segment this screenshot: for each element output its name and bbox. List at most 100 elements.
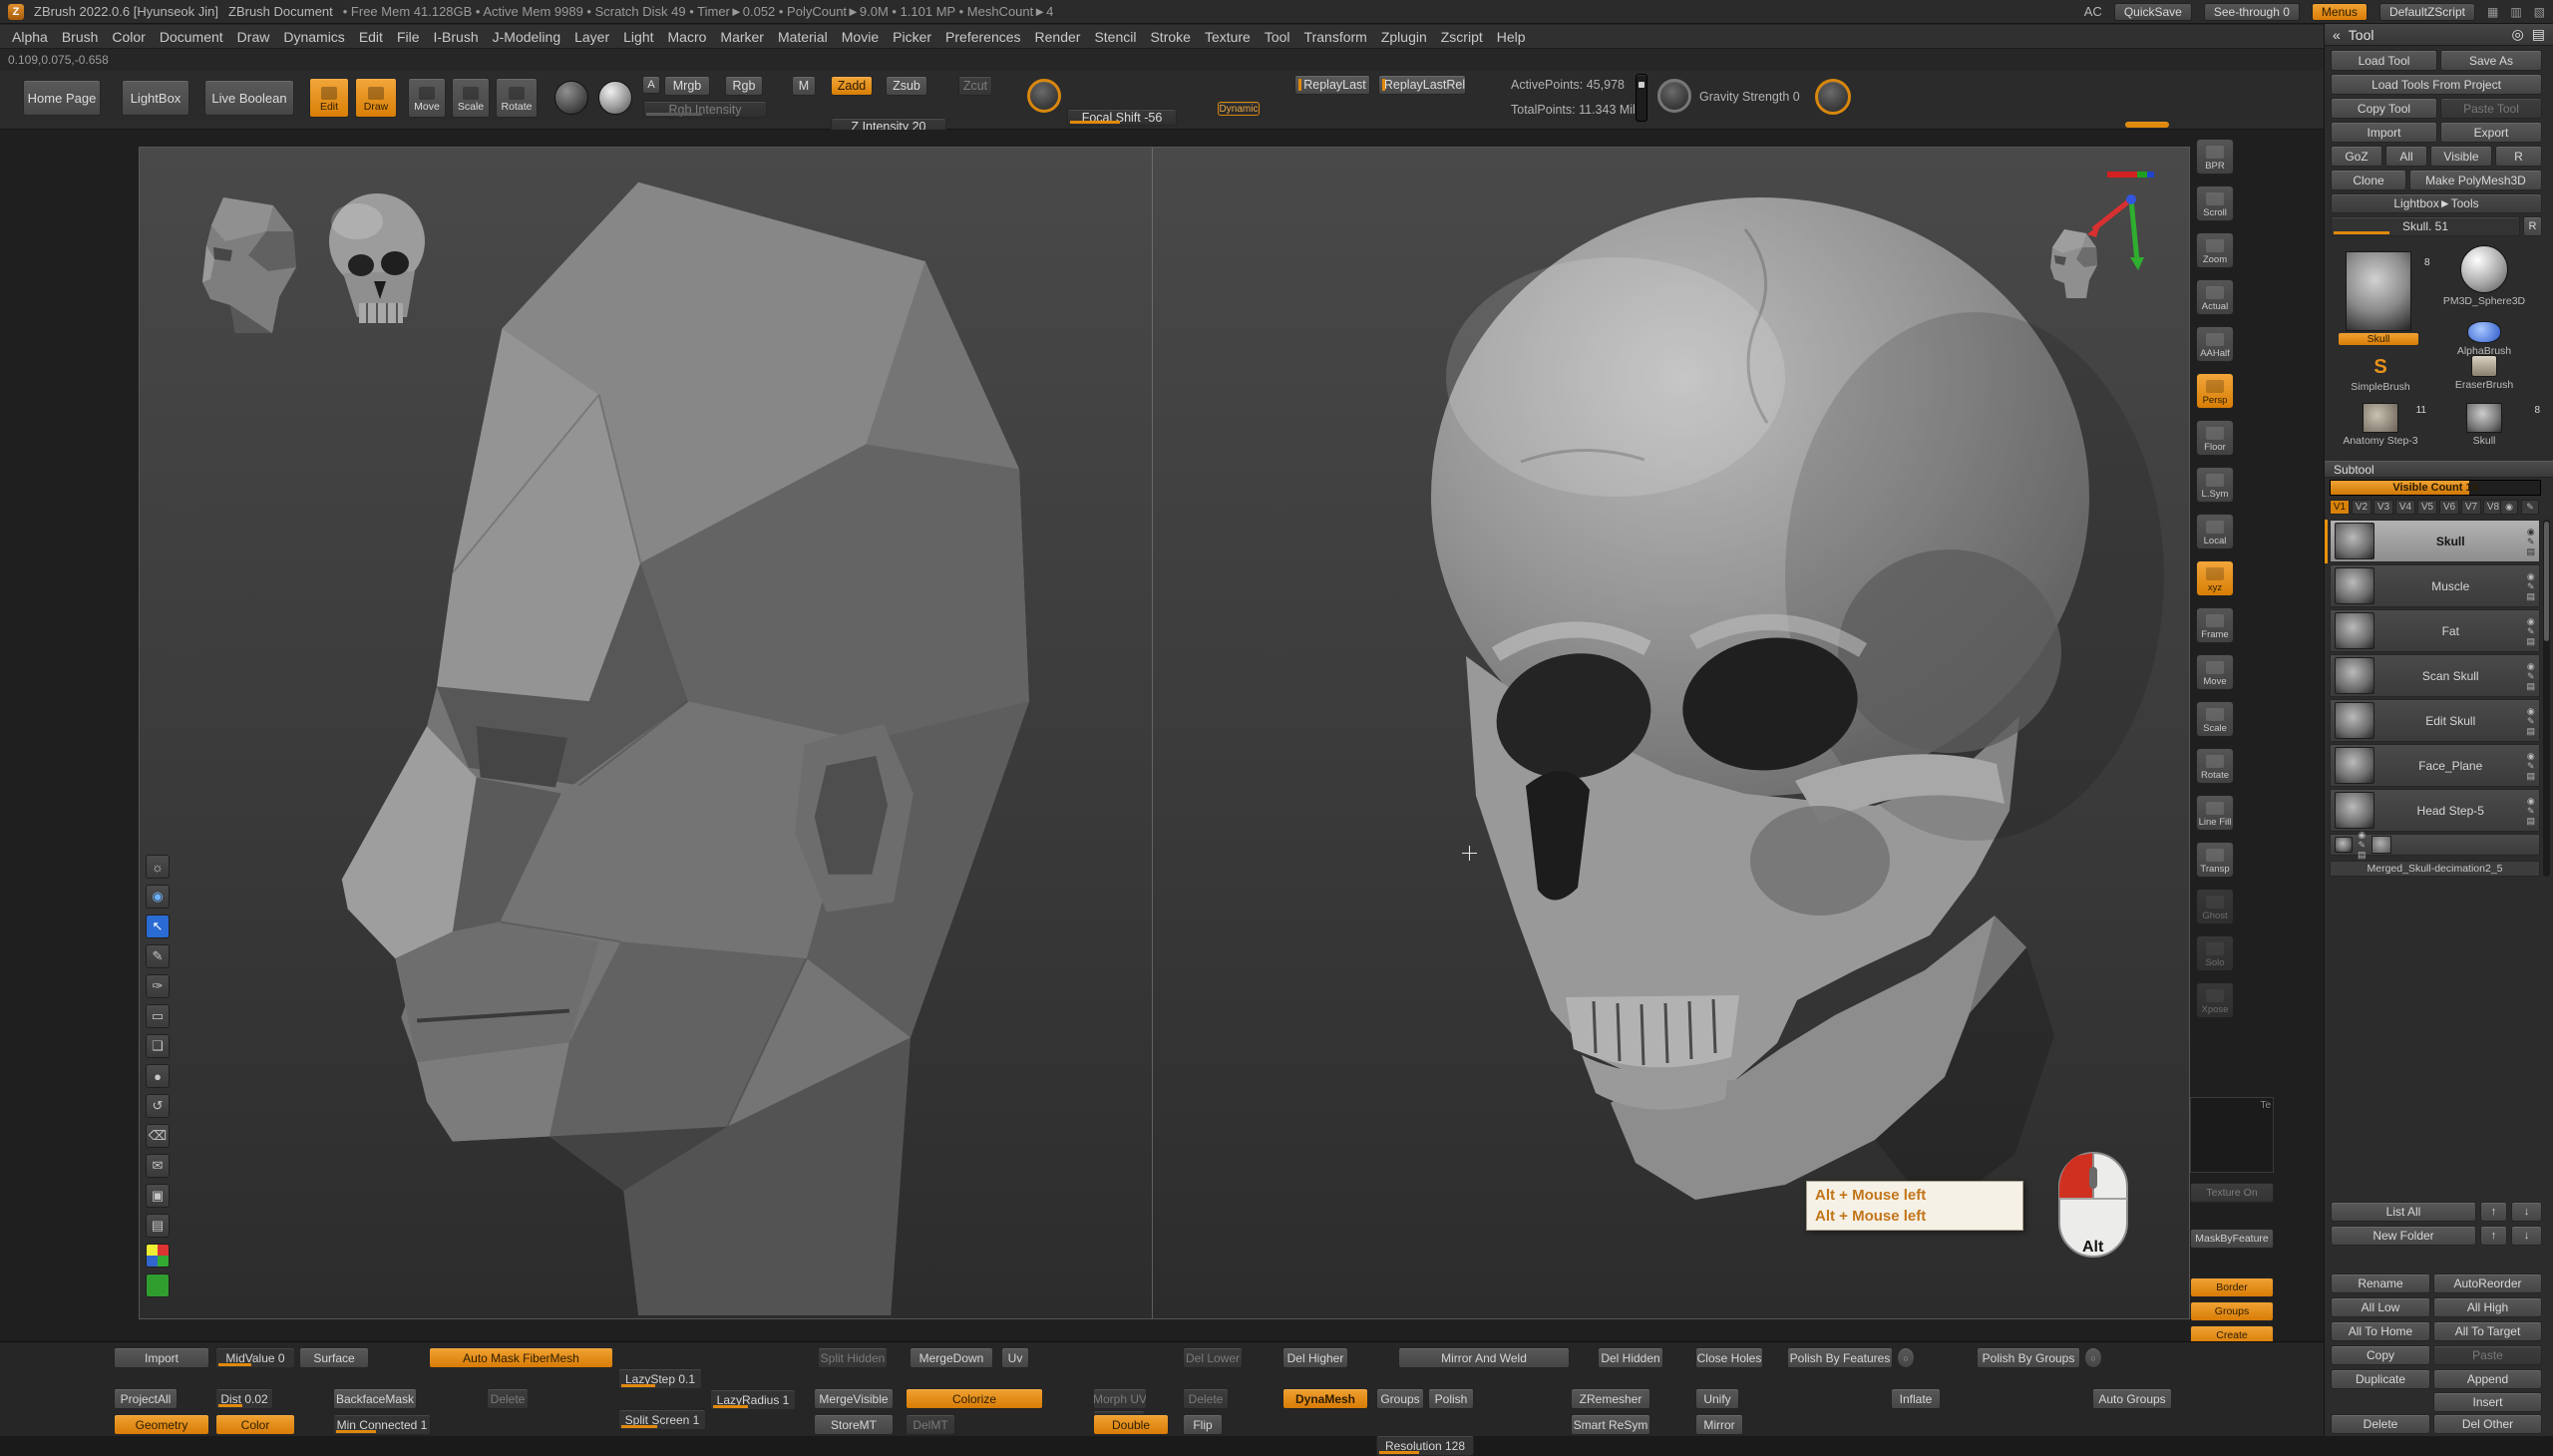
paste-button[interactable]: Paste [2433,1345,2542,1365]
tool-name-slider[interactable]: Skull. 51 [2331,216,2520,236]
subtool-row-icons[interactable]: ◉ ✎ ▤ [2526,706,2535,736]
bpr-button[interactable]: BPR [2196,139,2234,175]
tool-thumb-eraserbrush[interactable]: EraserBrush [2436,355,2532,391]
replay-last-rel-button[interactable]: ReplayLastRel [1378,75,1466,95]
list-all-button[interactable]: List All [2331,1202,2476,1222]
bb-close-holes-button[interactable]: Close Holes [1695,1347,1763,1368]
subtool-row-scan-skull[interactable]: Scan Skull ◉ ✎ ▤ [2330,654,2540,697]
goz-all-button[interactable]: All [2385,146,2427,167]
goz-button[interactable]: GoZ [2331,146,2382,167]
material-sphere-toggle[interactable] [598,81,632,115]
goz-visible-button[interactable]: Visible [2430,146,2492,167]
bb-delete-button[interactable]: Delete [487,1388,529,1409]
image-icon[interactable]: ▣ [146,1184,170,1208]
camera-angle-dial[interactable] [1815,79,1851,115]
menu-item[interactable]: Color [112,29,145,45]
menu-item[interactable]: Document [160,29,223,45]
bb-colorize-button[interactable]: Colorize [906,1388,1043,1409]
menu-item[interactable]: Picker [893,29,931,45]
menu-item[interactable]: Light [623,29,653,45]
append-button[interactable]: Append [2433,1369,2542,1389]
note-icon[interactable]: ✉ [146,1154,170,1178]
bb-smart-resym-button[interactable]: Smart ReSym [1571,1414,1650,1435]
rgb-button[interactable]: Rgb [725,76,763,96]
subtool-view-tab[interactable]: V4 [2395,500,2415,515]
load-tool-button[interactable]: Load Tool [2331,50,2437,71]
menu-item[interactable]: Help [1497,29,1526,45]
pencil-icon[interactable]: ✑ [146,974,170,998]
bb-auto-groups-button[interactable]: Auto Groups [2092,1388,2172,1409]
bb-color-button[interactable]: Color [215,1414,295,1435]
xyz-button[interactable]: xyz [2196,560,2234,596]
folder-down-button[interactable]: ↓ [2511,1226,2542,1246]
subtool-row-icons[interactable]: ◉ ✎ ▤ [2358,830,2367,860]
subtool-name[interactable]: Scan Skull [2379,669,2521,683]
border-button[interactable]: Border [2190,1277,2274,1297]
menu-item[interactable]: Marker [720,29,764,45]
tool-thumb-alphabrush[interactable]: AlphaBrush [2436,321,2532,357]
zoom-button[interactable]: Zoom [2196,232,2234,268]
folder-up-button[interactable]: ↑ [2480,1226,2507,1246]
bb-unify-button[interactable]: Unify [1695,1388,1739,1409]
menu-item[interactable]: Edit [359,29,383,45]
autoreorder-button[interactable]: AutoReorder [2433,1274,2542,1293]
copy-button[interactable]: Copy [2331,1345,2430,1365]
rgb-intensity-slider[interactable]: Rgb Intensity [643,101,767,118]
insert-button[interactable]: Insert [2433,1392,2542,1412]
subtool-scrollbar[interactable] [2543,520,2550,877]
subtool-row-icons[interactable]: ◉ ✎ ▤ [2526,527,2535,556]
tool-thumb-pm3d-sphere3d[interactable]: 8 PM3D_Sphere3D [2436,245,2532,307]
menu-item[interactable]: I-Brush [434,29,479,45]
bb-mirror-button[interactable]: Mirror [1695,1414,1743,1435]
bb-groups-button[interactable]: Groups [1376,1388,1424,1409]
texture-preview-box[interactable]: Te [2190,1097,2274,1173]
subtool-view-tab[interactable]: V2 [2352,500,2371,515]
bb-del-hidden-button[interactable]: Del Hidden [1598,1347,1663,1368]
load-tools-from-project-button[interactable]: Load Tools From Project [2331,74,2542,95]
bb-dynamesh-button[interactable]: DynaMesh [1282,1388,1368,1409]
subtool-row-icons[interactable]: ◉ ✎ ▤ [2526,616,2535,646]
mask-by-feature-button[interactable]: MaskByFeature [2190,1229,2274,1249]
subtool-row-muscle[interactable]: Muscle ◉ ✎ ▤ [2330,564,2540,607]
subtool-view-tab[interactable]: V3 [2373,500,2393,515]
move-3d-button[interactable]: Move [2196,654,2234,690]
menu-item[interactable]: Render [1035,29,1081,45]
subtool-name[interactable]: Muscle [2379,579,2521,593]
bb-polish-by-features-button[interactable]: Polish By Features [1787,1347,1893,1368]
bb-del-higher-button[interactable]: Del Higher [1282,1347,1348,1368]
subtool-name[interactable]: Fat [2379,624,2521,638]
menu-item[interactable]: Texture [1205,29,1251,45]
draw-button[interactable]: Draw [355,78,397,118]
subtool-row-head-step5[interactable]: Head Step-5 ◉ ✎ ▤ [2330,789,2540,832]
zcut-button[interactable]: Zcut [958,76,992,96]
goz-r-button[interactable]: R [2495,146,2542,167]
delete-icon[interactable]: ⌫ [146,1124,170,1148]
subtool-row-icons[interactable]: ◉ ✎ ▤ [2526,571,2535,601]
bb-zremesher-button[interactable]: ZRemesher [1571,1388,1650,1409]
edit-button[interactable]: Edit [309,78,349,118]
mrgb-button[interactable]: Mrgb [664,76,710,96]
menu-item[interactable]: Stencil [1094,29,1136,45]
bb-backfacemask-button[interactable]: BackfaceMask [333,1388,417,1409]
menu-item[interactable]: Tool [1265,29,1290,45]
bb-morph-uv-button[interactable]: Morph UV [1093,1388,1147,1409]
menu-item[interactable]: Alpha [12,29,48,45]
bb-flip-button[interactable]: Flip [1183,1414,1223,1435]
sculpt-canvas[interactable]: Alt + Mouse left Alt + Mouse left Alt [139,147,2190,1319]
menu-item[interactable]: Preferences [945,29,1020,45]
menu-item[interactable]: Layer [574,29,609,45]
cursor-select-icon[interactable]: ↖ [146,914,170,938]
edit-all-icon[interactable]: ✎ [2521,500,2539,515]
menu-item[interactable]: Stroke [1150,29,1190,45]
list-up-button[interactable]: ↑ [2480,1202,2507,1222]
bb-auto-mask-fibermesh-button[interactable]: Auto Mask FiberMesh [429,1347,613,1368]
bb-mirror-and-weld-button[interactable]: Mirror And Weld [1398,1347,1570,1368]
floor-button[interactable]: Floor [2196,420,2234,456]
local-button[interactable]: Local [2196,514,2234,549]
new-folder-button[interactable]: New Folder [2331,1226,2476,1246]
lightbulb-icon[interactable]: ☼ [146,855,170,879]
eye-icon[interactable]: ◉ [146,885,170,909]
green-swatch-icon[interactable] [146,1274,170,1297]
subtool-row-skull[interactable]: Skull ◉ ✎ ▤ [2330,520,2540,562]
tool-r-button[interactable]: R [2523,216,2542,236]
